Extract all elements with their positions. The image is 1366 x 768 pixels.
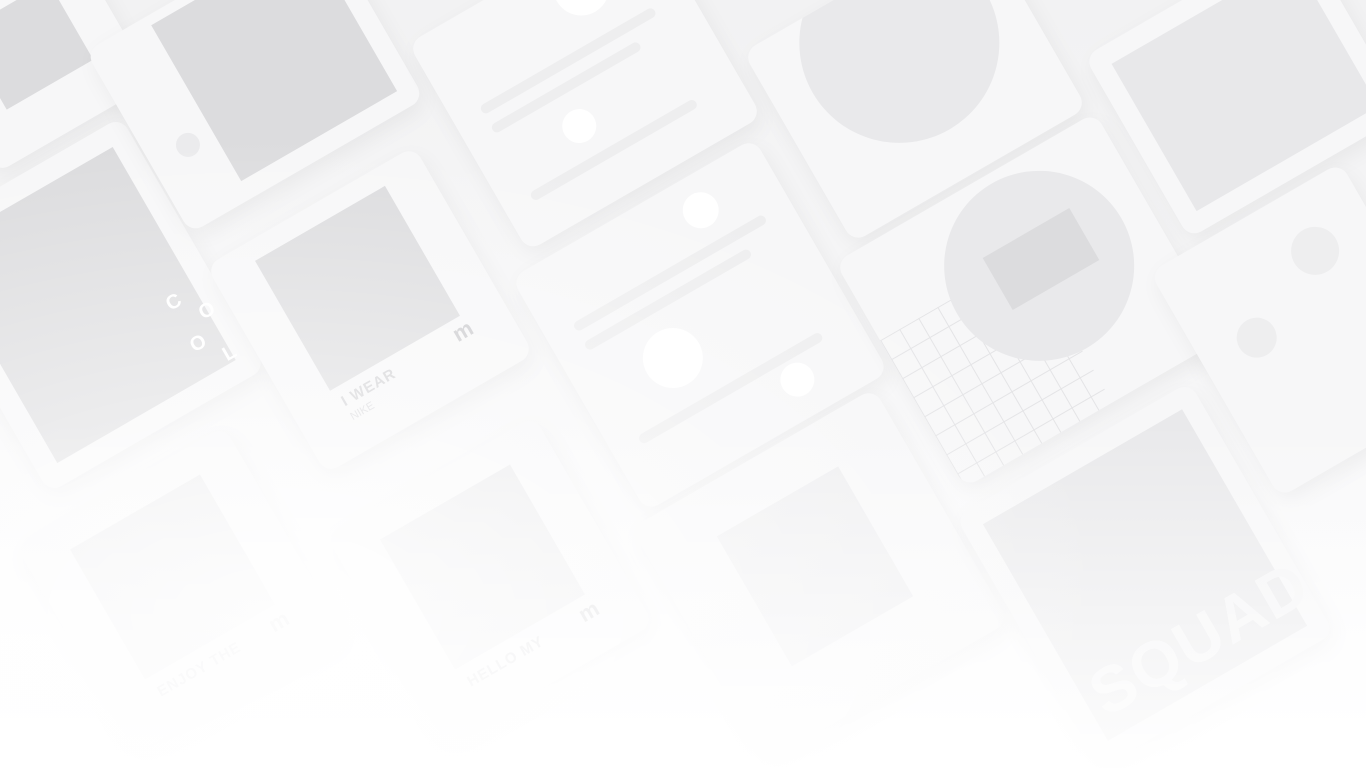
portrait-circle [762, 0, 1036, 180]
placeholder-circle [676, 185, 726, 235]
placeholder-circle [542, 0, 620, 26]
camera-icon [1282, 218, 1348, 284]
sky-photo [70, 474, 275, 680]
rider-photo [716, 466, 914, 667]
placeholder-circle [556, 102, 603, 150]
film-reel-icon [1229, 310, 1285, 365]
placeholder-line [479, 6, 658, 116]
shoe-photo [0, 0, 94, 110]
flower-icon [171, 128, 205, 162]
shoe-photo-large [255, 185, 460, 391]
bird-photo [380, 464, 585, 670]
m-logo-icon: m [573, 595, 604, 628]
m-logo-icon: m [263, 605, 294, 638]
placeholder-line [572, 213, 768, 333]
card-collage: C O O L ENJOY THE m I WEAR NIKE m HELLO … [0, 0, 1366, 768]
placeholder-circle [631, 317, 714, 399]
moodboard-background: C O O L ENJOY THE m I WEAR NIKE m HELLO … [0, 0, 1366, 768]
product-card-hello: HELLO MY m [326, 416, 654, 744]
